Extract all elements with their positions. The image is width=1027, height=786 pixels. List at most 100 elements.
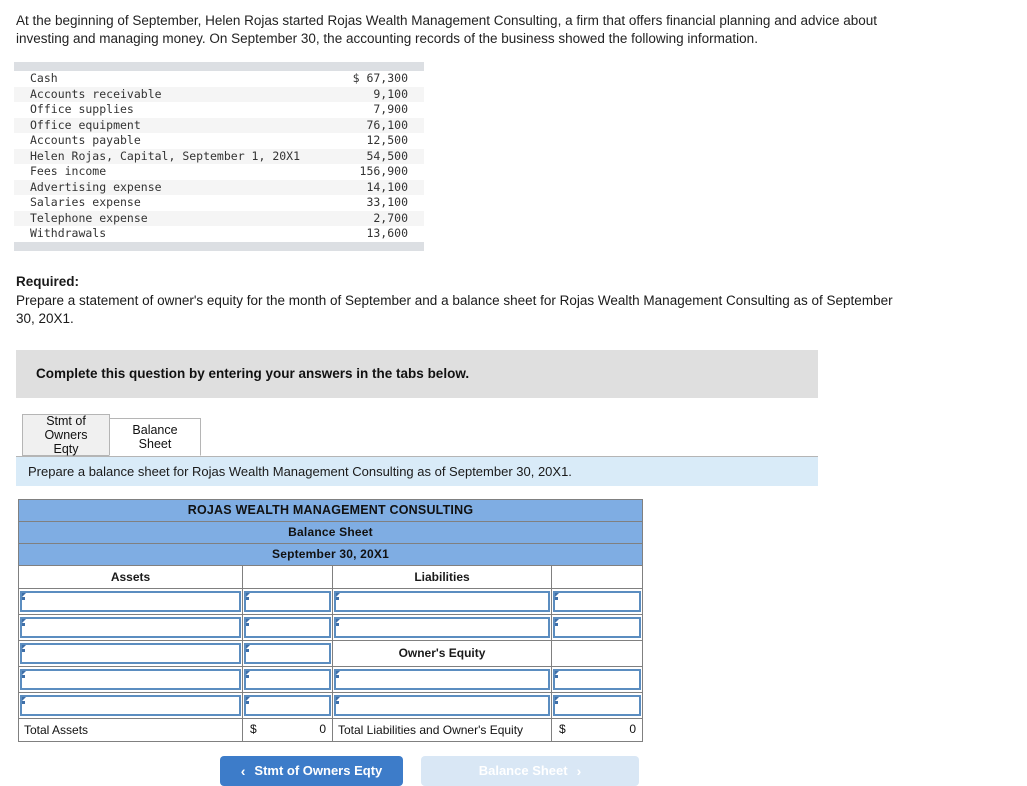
bs-asset-label-cell-5[interactable] (18, 691, 243, 719)
balance-sheet-table: ROJAS WEALTH MANAGEMENT CONSULTING Balan… (18, 498, 643, 742)
bs-asset-amount-input-3[interactable] (244, 642, 331, 664)
list-item: Office equipment 76,100 (14, 117, 424, 133)
bs-asset-label-input-5[interactable] (20, 694, 241, 716)
bs-equity-amount-input-2[interactable] (553, 694, 641, 716)
prev-tab-button-label: Stmt of Owners Eqty (254, 763, 383, 778)
tab-instruction-band: Prepare a balance sheet for Rojas Wealth… (16, 455, 818, 486)
table-row (18, 587, 643, 615)
bs-header-liabilities-amount (551, 564, 643, 589)
bs-liability-label-cell-1[interactable] (332, 587, 552, 615)
account-label: Advertising expense (30, 179, 162, 194)
bs-asset-amount-input-4[interactable] (244, 668, 331, 690)
bs-total-assets-amount: $ 0 (242, 717, 333, 742)
bs-asset-amount-cell-2[interactable] (242, 613, 333, 641)
next-tab-button-label: Balance Sheet (478, 763, 568, 778)
bs-asset-amount-cell-4[interactable] (242, 665, 333, 693)
bs-header-assets: Assets (18, 564, 243, 589)
list-item: Office supplies 7,900 (14, 102, 424, 118)
prev-tab-button[interactable]: ‹ Stmt of Owners Eqty (220, 755, 403, 786)
account-balances-panel: Cash $ 67,300 Accounts receivable 9,100 Offi… (14, 62, 424, 251)
bs-liability-label-cell-2[interactable] (332, 613, 552, 641)
bs-liability-label-input-1[interactable] (334, 590, 550, 612)
balance-sheet-form: ROJAS WEALTH MANAGEMENT CONSULTING Balan… (18, 498, 1027, 742)
account-amount: 76,100 (366, 117, 408, 132)
account-amount: 13,600 (366, 226, 408, 240)
account-label: Salaries expense (30, 195, 141, 209)
account-amount: 12,500 (366, 133, 408, 147)
list-item: Salaries expense 33,100 (14, 195, 424, 211)
bs-total-assets-currency: $ (250, 721, 257, 736)
tab-stmt-of-owners-eqty[interactable]: Stmt of Owners Eqty (22, 413, 110, 456)
bs-total-liab-equity-amount: $ 0 (551, 717, 643, 742)
facts-top-strip (14, 62, 424, 71)
bs-equity-amount-cell-1[interactable] (551, 665, 643, 693)
bs-liability-label-input-2[interactable] (334, 616, 550, 638)
bs-header-assets-amount (242, 564, 333, 589)
chevron-right-icon: › (576, 762, 582, 779)
bs-asset-label-cell-4[interactable] (18, 665, 243, 693)
bs-asset-label-input-2[interactable] (20, 616, 241, 638)
tab-balance-sheet-label: Balance Sheet (132, 422, 178, 451)
next-tab-button[interactable]: Balance Sheet › (421, 755, 639, 786)
bs-liability-amount-input-1[interactable] (553, 590, 641, 612)
account-balances-table: Cash $ 67,300 Accounts receivable 9,100 Offi… (14, 71, 424, 242)
bs-equity-label-cell-2[interactable] (332, 691, 552, 719)
account-label: Fees income (30, 164, 107, 178)
bs-liability-amount-cell-1[interactable] (551, 587, 643, 615)
account-label: Cash (30, 71, 58, 85)
bs-total-liab-equity-label: Total Liabilities and Owner's Equity (332, 717, 552, 742)
account-label: Office equipment (30, 117, 141, 132)
bs-asset-amount-cell-1[interactable] (242, 587, 333, 615)
account-label: Office supplies (30, 102, 134, 116)
bs-totals-row: Total Assets $ 0 Total Liabilities and O… (18, 717, 643, 742)
bs-header-liabilities: Liabilities (332, 564, 552, 589)
tab-instruction-text: Prepare a balance sheet for Rojas Wealth… (28, 463, 572, 479)
account-label: Telephone expense (30, 210, 148, 225)
bs-asset-label-input-3[interactable] (20, 642, 241, 664)
bs-asset-amount-input-2[interactable] (244, 616, 331, 638)
bs-asset-amount-cell-3[interactable] (242, 639, 333, 667)
required-section: Required: Prepare a statement of owner's… (16, 273, 906, 328)
account-label: Accounts receivable (30, 86, 162, 101)
account-amount: 54,500 (366, 148, 408, 163)
bs-owners-equity-heading-amount (551, 639, 643, 667)
facts-bottom-strip (14, 241, 424, 251)
tab-nav-buttons: ‹ Stmt of Owners Eqty Balance Sheet › (220, 755, 1027, 786)
bs-equity-label-input-1[interactable] (334, 668, 550, 690)
account-label: Accounts payable (30, 133, 141, 147)
bs-asset-label-cell-2[interactable] (18, 613, 243, 641)
list-item: Withdrawals 13,600 (14, 226, 424, 242)
bs-liability-amount-cell-2[interactable] (551, 613, 643, 641)
list-item: Cash $ 67,300 (14, 71, 424, 87)
bs-total-liab-equity-currency: $ (559, 721, 566, 736)
bs-equity-amount-cell-2[interactable] (551, 691, 643, 719)
table-row (18, 613, 643, 641)
callout-text: Complete this question by entering your … (36, 366, 470, 381)
account-amount: $ 67,300 (352, 71, 408, 85)
bs-equity-amount-input-1[interactable] (553, 668, 641, 690)
bs-asset-label-cell-3[interactable] (18, 639, 243, 667)
bs-asset-label-input-1[interactable] (20, 590, 241, 612)
tab-balance-sheet[interactable]: Balance Sheet (109, 417, 201, 456)
tab-stmt-of-owners-eqty-label: Stmt of Owners Eqty (44, 413, 88, 456)
bs-asset-label-cell-1[interactable] (18, 587, 243, 615)
answer-tabs: Stmt of Owners Eqty Balance Sheet (22, 412, 1027, 456)
bs-asset-amount-input-1[interactable] (244, 590, 331, 612)
account-amount: 7,900 (373, 102, 408, 116)
bs-liability-amount-input-2[interactable] (553, 616, 641, 638)
bs-total-assets-value: 0 (319, 721, 326, 736)
table-row: Owner's Equity (18, 639, 643, 667)
list-item: Fees income 156,900 (14, 164, 424, 180)
list-item: Advertising expense 14,100 (14, 179, 424, 195)
list-item: Accounts receivable 9,100 (14, 86, 424, 102)
bs-asset-amount-input-5[interactable] (244, 694, 331, 716)
bs-asset-amount-cell-5[interactable] (242, 691, 333, 719)
bs-statement-date: September 30, 20X1 (18, 542, 643, 566)
complete-question-callout: Complete this question by entering your … (16, 349, 818, 398)
bs-equity-label-cell-1[interactable] (332, 665, 552, 693)
bs-equity-label-input-2[interactable] (334, 694, 550, 716)
bs-asset-label-input-4[interactable] (20, 668, 241, 690)
account-amount: 9,100 (373, 86, 408, 101)
bs-total-liab-equity-value: 0 (629, 721, 636, 736)
bs-owners-equity-heading: Owner's Equity (332, 639, 552, 667)
